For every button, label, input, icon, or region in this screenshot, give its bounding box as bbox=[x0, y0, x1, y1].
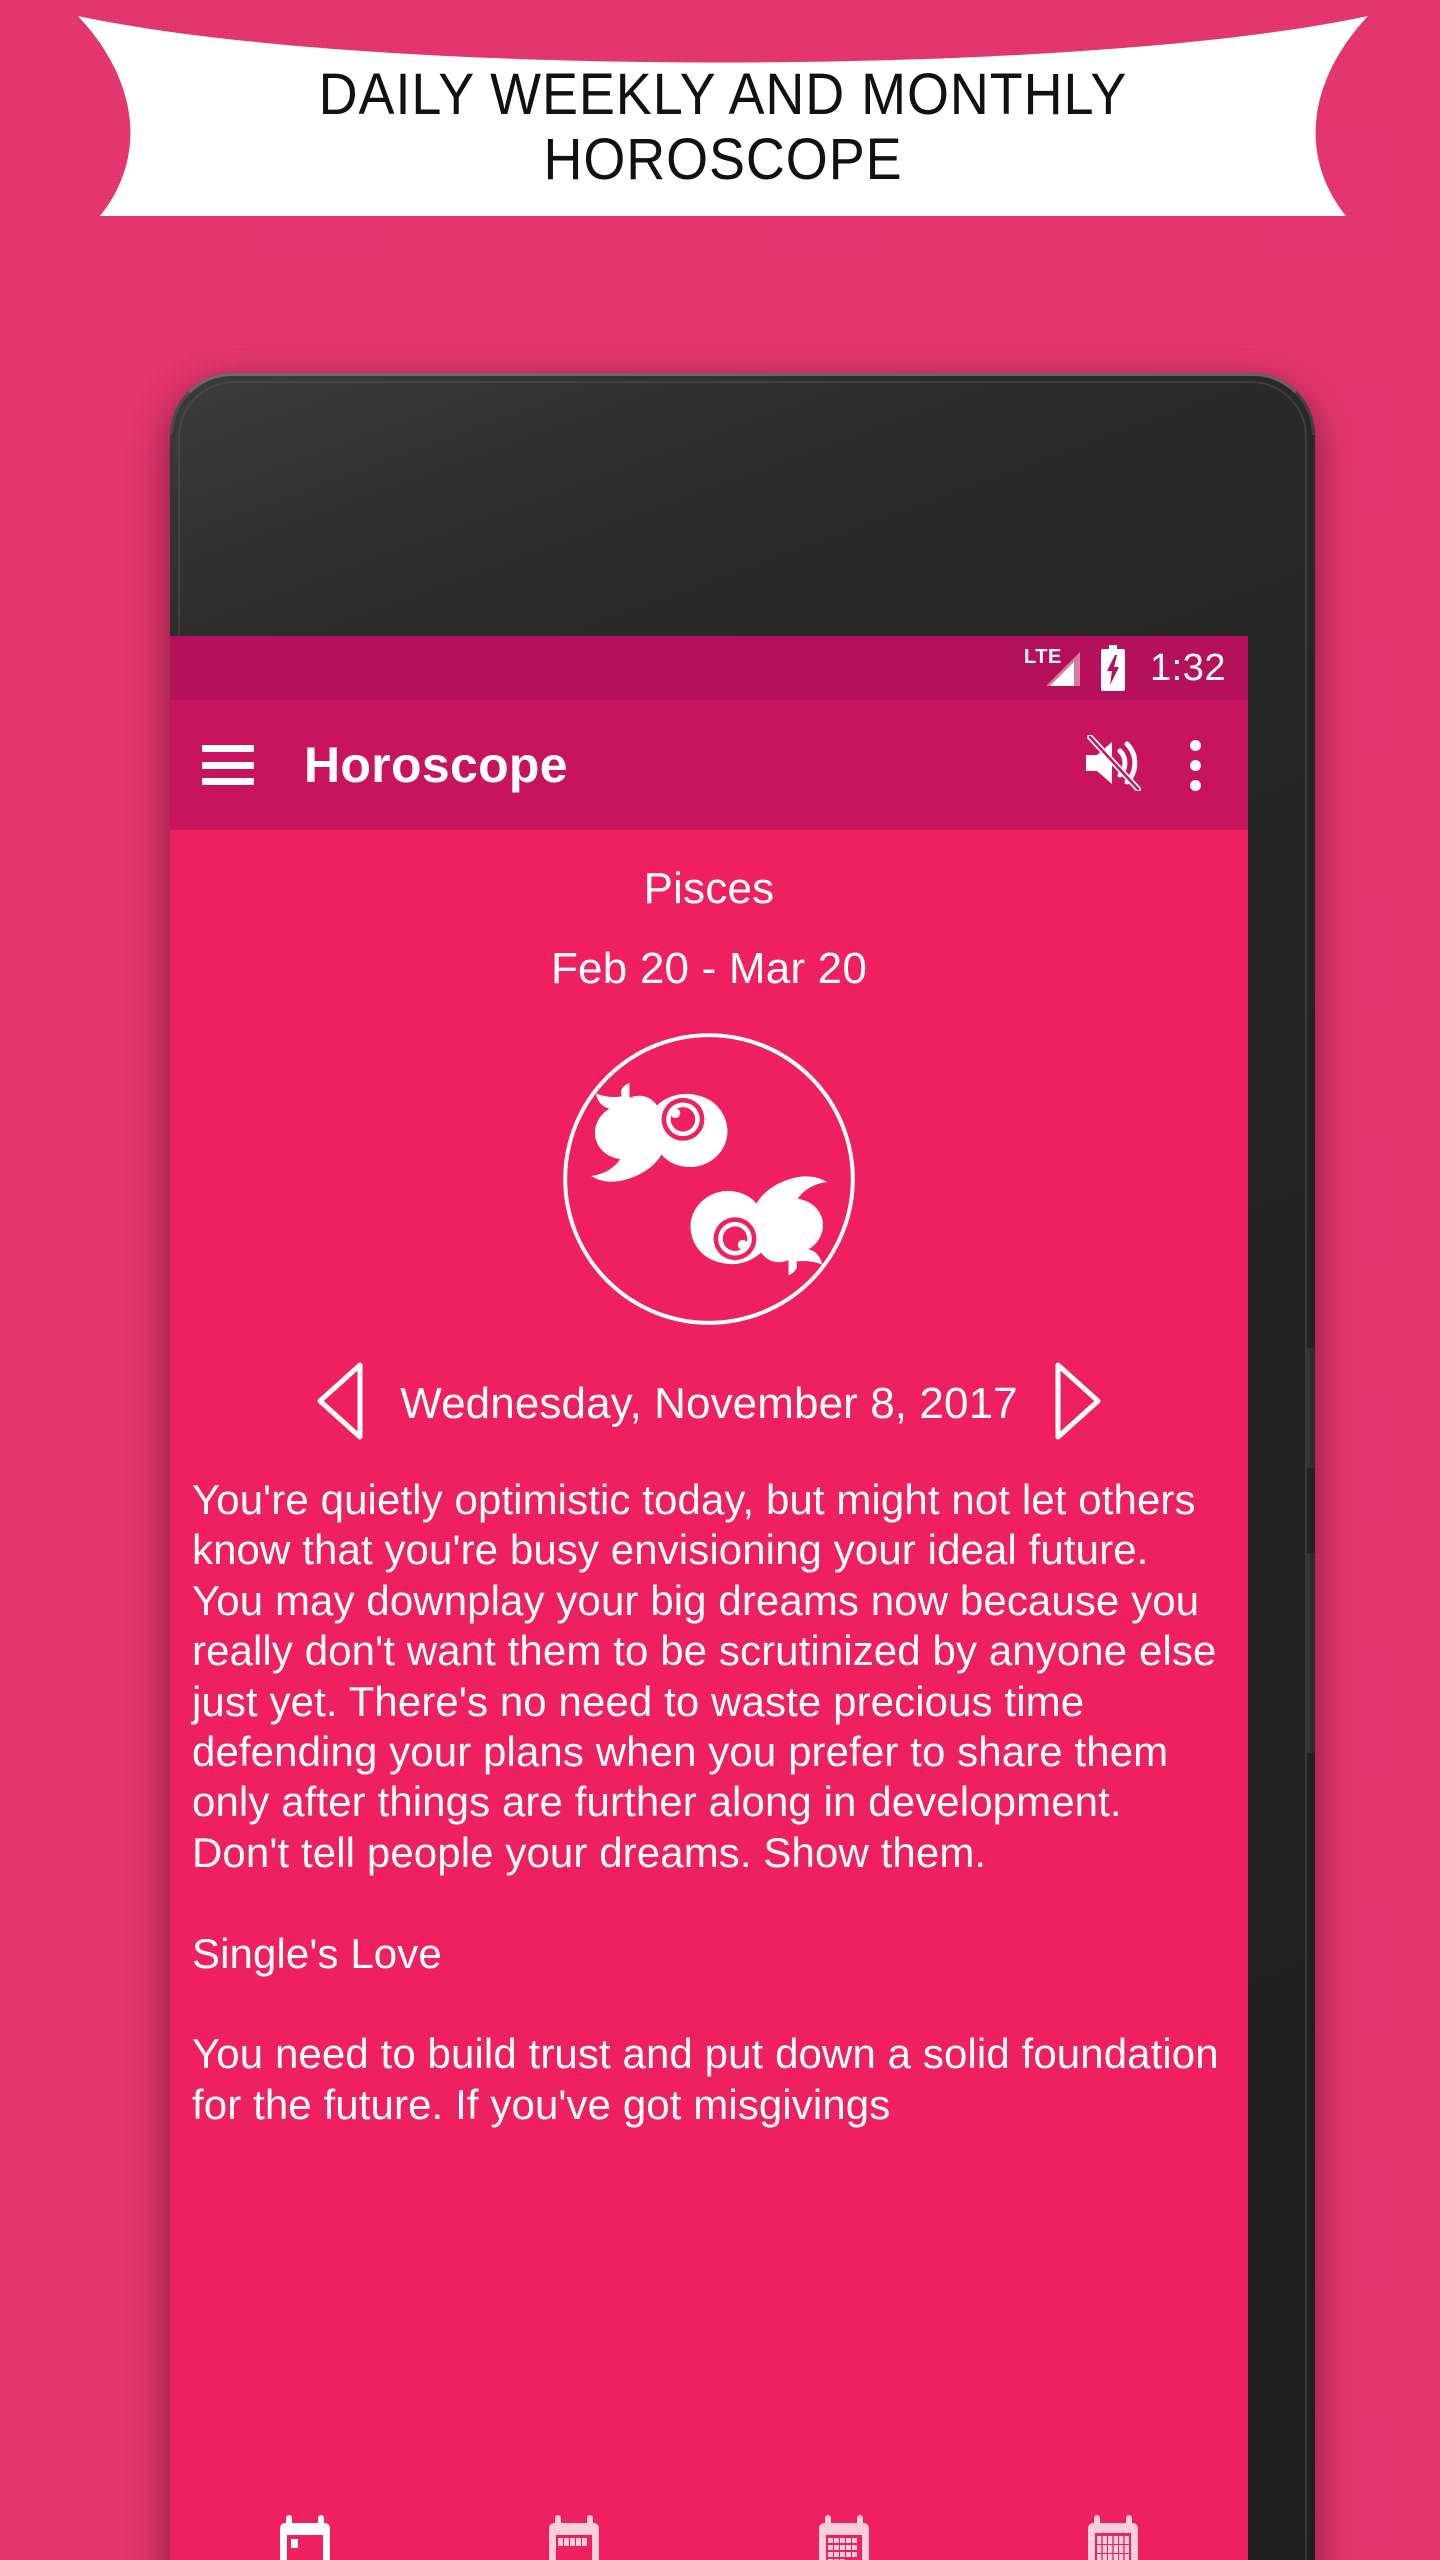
volume-off-icon[interactable] bbox=[1082, 733, 1144, 796]
pisces-two-fish-icon bbox=[556, 1026, 862, 1332]
current-date-label: Wednesday, November 8, 2017 bbox=[400, 1378, 1018, 1428]
promo-banner-line-2: HOROSCOPE bbox=[543, 126, 903, 192]
tab-monthly[interactable]: Monthly bbox=[709, 2489, 979, 2560]
tab-yearly[interactable]: Yearly bbox=[979, 2489, 1249, 2560]
calendar-week-icon bbox=[543, 2513, 605, 2560]
tab-daily[interactable]: Daily bbox=[170, 2489, 440, 2560]
promo-banner: DAILY WEEKLY AND MONTHLY HOROSCOPE bbox=[78, 16, 1368, 216]
status-bar: LTE 1:32 bbox=[170, 636, 1248, 700]
horoscope-content: Pisces Feb 20 - Mar 20 Wednesday, Novemb… bbox=[170, 830, 1248, 2489]
phone-device-mockup: LTE 1:32 Horoscope Pisces Feb 20 - Mar 2… bbox=[170, 373, 1315, 2560]
phone-bezel-highlight bbox=[170, 373, 1315, 435]
hamburger-menu-icon[interactable] bbox=[202, 745, 254, 785]
promo-banner-line-1: DAILY WEEKLY AND MONTHLY bbox=[318, 62, 1128, 127]
status-bar-clock: 1:32 bbox=[1150, 646, 1226, 689]
more-vert-icon[interactable] bbox=[1170, 735, 1220, 795]
volume-button[interactable] bbox=[1305, 1553, 1315, 1753]
phone-screen: LTE 1:32 Horoscope Pisces Feb 20 - Mar 2… bbox=[170, 636, 1248, 2560]
arrow-right-outline-icon[interactable] bbox=[1052, 1360, 1104, 1447]
tab-weekly[interactable]: Weekly bbox=[440, 2489, 710, 2560]
power-button[interactable] bbox=[1305, 1348, 1315, 1468]
calendar-day-icon bbox=[274, 2513, 336, 2560]
zodiac-date-range: Feb 20 - Mar 20 bbox=[550, 944, 868, 993]
calendar-year-icon bbox=[1082, 2513, 1144, 2560]
zodiac-sign-name: Pisces bbox=[643, 864, 775, 913]
bottom-tab-bar: Daily bbox=[170, 2489, 1248, 2560]
promo-screenshot-canvas: DAILY WEEKLY AND MONTHLY HOROSCOPE LTE 1… bbox=[0, 0, 1440, 2560]
calendar-month-icon bbox=[813, 2513, 875, 2560]
date-navigation: Wednesday, November 8, 2017 bbox=[170, 1360, 1248, 1447]
app-bar: Horoscope bbox=[170, 700, 1248, 830]
lte-signal-icon: LTE bbox=[1024, 646, 1082, 690]
battery-charging-icon bbox=[1098, 645, 1128, 691]
app-bar-title: Horoscope bbox=[304, 737, 568, 793]
promo-banner-text: DAILY WEEKLY AND MONTHLY HOROSCOPE bbox=[123, 62, 1323, 193]
horoscope-reading-text: You're quietly optimistic today, but mig… bbox=[192, 1476, 1219, 2128]
arrow-left-outline-icon[interactable] bbox=[314, 1360, 366, 1447]
